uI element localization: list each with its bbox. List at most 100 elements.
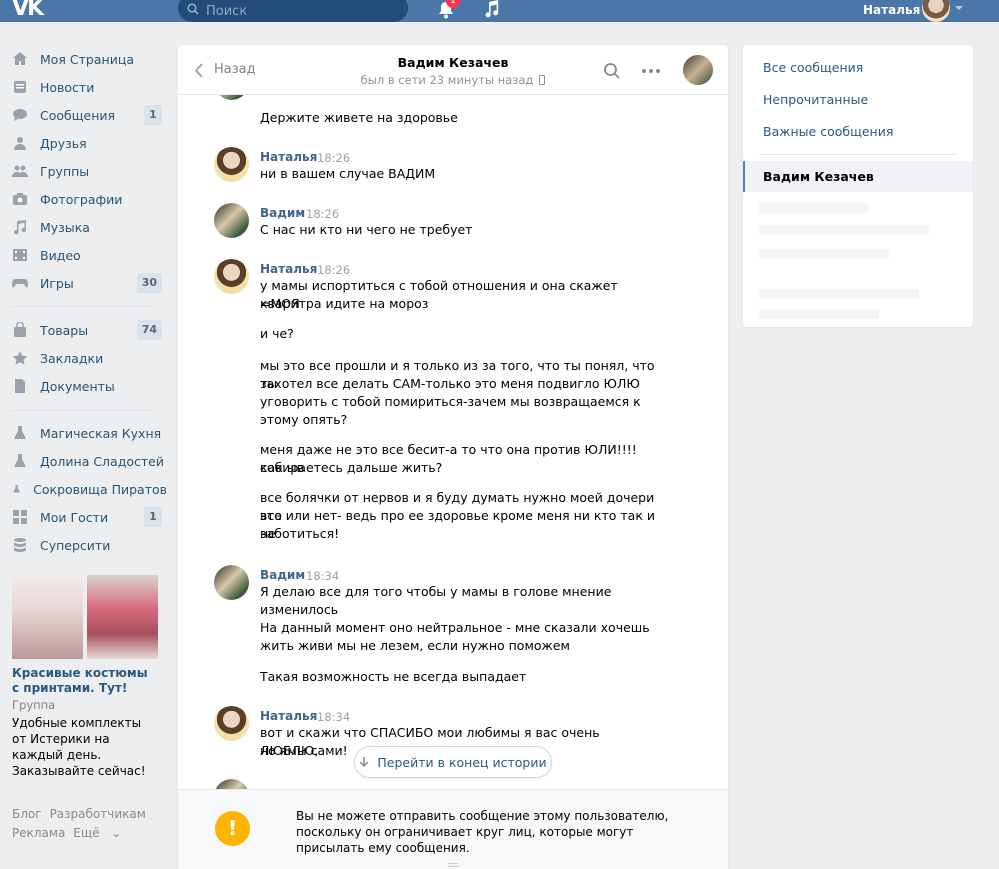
person-icon [14, 137, 26, 150]
nav-item-magic-kitchen[interactable]: Магическая Кухня [12, 419, 167, 447]
active-conversation[interactable]: Вадим Кезачев [743, 161, 973, 192]
scroll-to-end-button[interactable]: Перейти в конец истории [354, 746, 552, 778]
message-text: кваритра идите на мороз [260, 296, 429, 311]
resize-handle[interactable] [448, 863, 458, 867]
message-text: заботиться! [260, 526, 340, 541]
footer-link-blog[interactable]: Блог [12, 807, 42, 821]
message-text: Я делаю все для того чтобы у мамы в голо… [260, 584, 612, 599]
avatar[interactable] [214, 565, 249, 600]
nav-label: Группы [40, 163, 90, 179]
nav-item-my-guests[interactable]: Мои Гости 1 [12, 503, 167, 531]
camera-icon [13, 193, 27, 205]
ad-image[interactable] [12, 575, 83, 659]
avatar[interactable] [214, 779, 249, 789]
footer-link-ads[interactable]: Реклама [12, 826, 65, 840]
nav-label: Долина Сладостей [40, 453, 164, 469]
nav-item-messages[interactable]: Сообщения 1 [12, 101, 167, 129]
avatar[interactable] [214, 95, 249, 100]
panel-divider [759, 154, 957, 155]
star-icon [12, 351, 28, 365]
filter-all-messages[interactable]: Все сообщения [763, 60, 863, 75]
message-text: этому опять? [260, 412, 348, 427]
chat-header: Назад Вадим Кезачев был в сети 23 минуты… [178, 45, 728, 95]
nav-label: Документы [40, 378, 115, 394]
filter-unread[interactable]: Непрочитанные [763, 92, 868, 107]
footer-link-more[interactable]: Ещё ⌄ [73, 826, 121, 840]
user-avatar[interactable] [922, 0, 950, 22]
nav-label: Друзья [40, 135, 87, 151]
ad-image[interactable] [87, 575, 158, 659]
film-icon [13, 249, 27, 261]
message-author[interactable]: Наталья [260, 709, 317, 723]
nav-item-news[interactable]: Новости [12, 73, 167, 101]
nav-item-pirate-treasures[interactable]: Сокровища Пиратов [12, 475, 167, 503]
filter-important[interactable]: Важные сообщения [763, 124, 893, 139]
news-icon [14, 81, 26, 93]
message-text: захотел все делать САМ-только это меня п… [260, 376, 640, 391]
user-name[interactable]: Наталья [863, 3, 920, 17]
message-text: собираетесь дальше жить? [260, 460, 443, 475]
message-history[interactable]: Держите живете на здоровье Наталья 18:26… [178, 95, 728, 789]
message-author[interactable]: Наталья [260, 150, 317, 164]
nav-item-video[interactable]: Видео [12, 241, 167, 269]
nav-item-games[interactable]: Игры 30 [12, 269, 167, 297]
contact-status: был в сети 23 минуты назад [178, 73, 728, 87]
nav-label: Моя Страница [40, 51, 134, 67]
messages-icon [13, 109, 27, 121]
nav-counter: 74 [136, 320, 162, 340]
nav-item-groups[interactable]: Группы [12, 157, 167, 185]
message-author[interactable]: Вадим [260, 206, 305, 220]
message-time: 18:34 [317, 710, 351, 724]
message-filters-panel: Все сообщения Непрочитанные Важные сообщ… [743, 45, 973, 327]
nav-item-friends[interactable]: Друзья [12, 129, 167, 157]
avatar[interactable] [214, 203, 249, 238]
nav-label: Магическая Кухня [40, 425, 162, 441]
vk-logo[interactable]: VK [12, 0, 46, 21]
group-icon [12, 165, 28, 177]
nav-item-bookmarks[interactable]: Закладки [12, 344, 167, 372]
search-icon[interactable] [603, 62, 621, 80]
more-icon[interactable] [641, 68, 661, 74]
nav-divider [12, 410, 155, 411]
avatar[interactable] [214, 706, 249, 741]
nav-label: Игры [40, 275, 74, 291]
search-icon [187, 3, 199, 15]
message-author[interactable]: Вадим [260, 568, 305, 582]
search-input[interactable]: Поиск [178, 0, 408, 22]
nav-item-goods[interactable]: Товары 74 [12, 316, 167, 344]
flask-icon [14, 426, 26, 439]
nav-item-supercity[interactable]: Суперсити [12, 531, 167, 559]
nav-label: Закладки [40, 350, 104, 366]
nav-label: Сообщения [40, 107, 116, 123]
chevron-down-icon[interactable] [955, 6, 963, 10]
search-placeholder: Поиск [206, 4, 248, 19]
nav-item-sweets-valley[interactable]: Долина Сладостей [12, 447, 167, 475]
nav-item-photos[interactable]: Фотографии [12, 185, 167, 213]
avatar[interactable] [214, 147, 249, 182]
avatar[interactable] [214, 259, 249, 294]
footer-link-developers[interactable]: Разработчикам [50, 807, 146, 821]
ad-title[interactable]: Красивые костюмы с принтами. Тут! [12, 666, 158, 696]
flask-icon [14, 454, 26, 467]
music-icon[interactable] [483, 0, 499, 18]
contact-avatar[interactable] [683, 55, 713, 85]
message-time: 18:34 [306, 569, 340, 583]
footer-more-label: Ещё [73, 826, 100, 840]
music-note-icon [14, 220, 27, 235]
message-author[interactable]: Наталья [260, 262, 317, 276]
message-text: С нас ни кто ни чего не требует [260, 222, 473, 237]
nav-counter: 1 [144, 507, 162, 527]
nav-item-my-page[interactable]: Моя Страница [12, 45, 167, 73]
footer-links: Блог Разработчикам Реклама Ещё ⌄ [12, 805, 172, 843]
message-text: Держите живете на здоровье [260, 110, 458, 125]
warning-icon: ! [215, 811, 250, 846]
scroll-to-end-label: Перейти в конец истории [377, 754, 547, 770]
blurred-item [759, 225, 929, 235]
grid-icon [13, 510, 27, 524]
blurred-item [759, 289, 919, 299]
nav-item-music[interactable]: Музыка [12, 213, 167, 241]
message-text: изменилось [260, 602, 339, 617]
cannot-message-notice: ! Вы не можете отправить сообщение этому… [178, 789, 728, 869]
nav-label: Товары [40, 322, 89, 338]
nav-item-documents[interactable]: Документы [12, 372, 167, 400]
